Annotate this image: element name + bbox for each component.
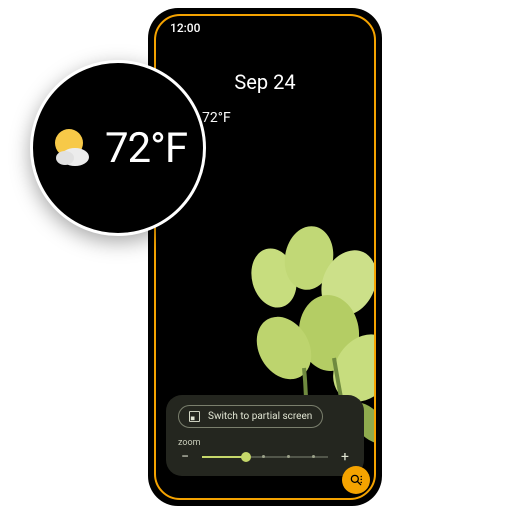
zoom-callout-bubble: 72°F bbox=[30, 60, 206, 236]
phone-frame: 12:00 Sep 24 72°F bbox=[148, 8, 382, 506]
weather-sun-cloud-icon bbox=[49, 125, 95, 171]
magnifier-highlight-border: 12:00 Sep 24 72°F bbox=[154, 14, 376, 500]
zoom-slider-thumb[interactable] bbox=[241, 452, 251, 462]
zoom-slider[interactable] bbox=[202, 451, 328, 463]
magnify-icon bbox=[349, 473, 363, 487]
switch-partial-screen-button[interactable]: Switch to partial screen bbox=[178, 405, 323, 428]
zoom-slider-row: − + bbox=[178, 450, 352, 464]
status-bar: 12:00 bbox=[156, 16, 374, 40]
zoom-callout-temp: 72°F bbox=[105, 124, 187, 173]
switch-partial-screen-label: Switch to partial screen bbox=[208, 411, 312, 422]
lockscreen-date: Sep 24 bbox=[156, 70, 374, 94]
partial-screen-icon bbox=[189, 411, 200, 422]
zoom-out-button[interactable]: − bbox=[178, 450, 192, 464]
status-time: 12:00 bbox=[170, 21, 200, 35]
zoom-label: zoom bbox=[178, 438, 352, 448]
magnifier-control-panel: Switch to partial screen zoom − bbox=[166, 395, 364, 476]
magnifier-fab-button[interactable] bbox=[342, 466, 370, 494]
zoom-in-button[interactable]: + bbox=[338, 450, 352, 464]
weather-temp-small: 72°F bbox=[202, 110, 231, 126]
